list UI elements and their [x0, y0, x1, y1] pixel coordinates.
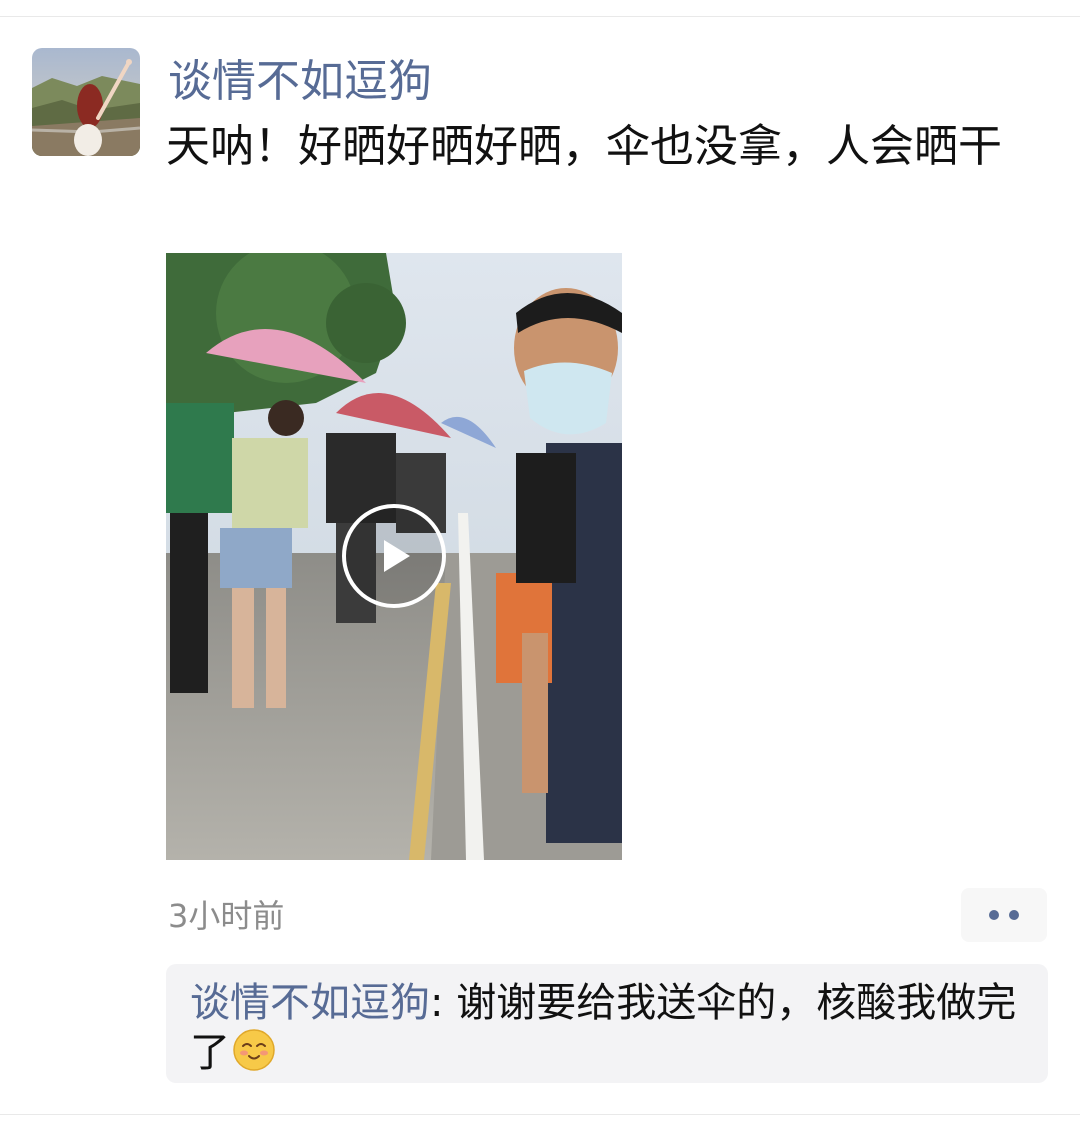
post-timestamp: 3小时前	[168, 897, 285, 935]
more-button[interactable]	[961, 888, 1047, 942]
more-dots-icon	[989, 910, 999, 920]
video-thumbnail[interactable]	[166, 253, 622, 860]
more-dots-icon	[1009, 910, 1019, 920]
play-icon	[384, 540, 410, 572]
play-button[interactable]	[342, 504, 446, 608]
top-divider	[0, 16, 1080, 17]
post-author[interactable]: 谈情不如逗狗	[168, 54, 432, 110]
bottom-divider	[0, 1114, 1080, 1115]
avatar[interactable]	[32, 48, 140, 156]
avatar-photo	[32, 48, 140, 156]
blush-smile-emoji-icon	[232, 1028, 276, 1072]
post-text: 天呐！好晒好晒好晒，伞也没拿，人会晒干	[166, 121, 1002, 172]
comment-item[interactable]: 谈情不如逗狗: 谢谢要给我送伞的，核酸我做完了	[190, 978, 1024, 1078]
comment-section: 谈情不如逗狗: 谢谢要给我送伞的，核酸我做完了	[166, 964, 1048, 1083]
comment-separator: :	[430, 980, 457, 1026]
commenter-name[interactable]: 谈情不如逗狗	[190, 980, 430, 1026]
